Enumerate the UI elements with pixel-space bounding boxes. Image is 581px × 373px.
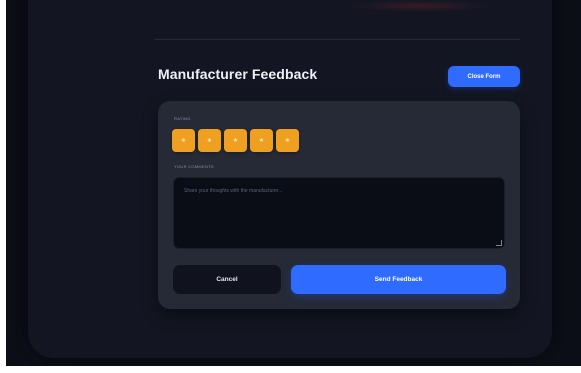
comments-label: YOUR COMMENTS — [174, 164, 214, 169]
feedback-form: RATING ★ ★ ★ ★ ★ YOUR COMMENTS Share you… — [158, 101, 520, 309]
cancel-button[interactable]: Cancel — [173, 265, 281, 294]
bottom-edge — [0, 366, 581, 373]
star-2-button[interactable]: ★ — [198, 129, 221, 152]
star-icon: ★ — [206, 138, 213, 144]
star-3-button[interactable]: ★ — [224, 129, 247, 152]
star-5-button[interactable]: ★ — [276, 129, 299, 152]
section-divider — [155, 39, 520, 40]
resize-handle-icon[interactable] — [496, 240, 502, 246]
star-icon: ★ — [258, 138, 265, 144]
comments-placeholder: Share your thoughts with the manufacture… — [184, 188, 283, 194]
send-feedback-button[interactable]: Send Feedback — [291, 265, 506, 294]
comments-textarea[interactable]: Share your thoughts with the manufacture… — [173, 177, 505, 249]
star-rating: ★ ★ ★ ★ ★ — [172, 129, 299, 152]
left-edge — [0, 0, 6, 373]
close-form-button[interactable]: Close Form — [448, 66, 520, 87]
top-button-glow — [350, 0, 490, 12]
page-title: Manufacturer Feedback — [158, 66, 318, 82]
rating-label: RATING — [174, 116, 191, 121]
star-icon: ★ — [180, 138, 187, 144]
star-icon: ★ — [232, 138, 239, 144]
star-icon: ★ — [284, 138, 291, 144]
star-1-button[interactable]: ★ — [172, 129, 195, 152]
star-4-button[interactable]: ★ — [250, 129, 273, 152]
